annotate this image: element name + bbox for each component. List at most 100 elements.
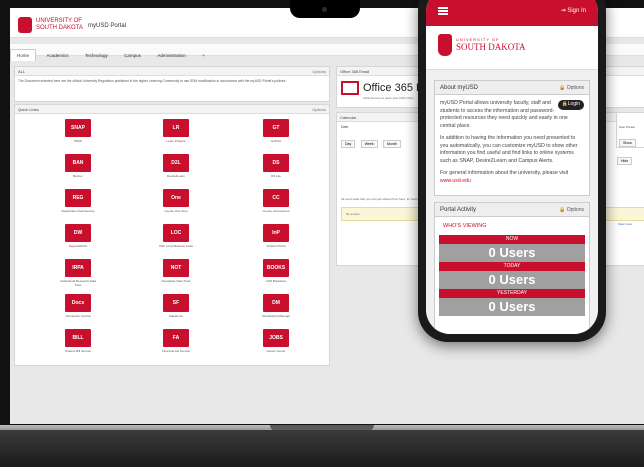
user-preset-panel: User Preset Show Hide — [616, 112, 644, 165]
quick-link-caption: Salesforce — [168, 314, 184, 318]
quick-link-tile[interactable]: JOBS — [263, 329, 289, 347]
logo-line1: UNIVERSITY OF — [36, 18, 82, 24]
notice-title: ALL — [18, 69, 26, 74]
calendar-week-button[interactable]: Week — [360, 140, 378, 148]
quick-link-caption: GoPrint — [270, 139, 282, 143]
quick-link-caption: DS Lite — [271, 174, 281, 178]
view-more-link[interactable]: View more — [618, 222, 632, 226]
quick-link-caption: Coyote One Stop — [164, 209, 188, 213]
activity-options-label: Options — [566, 207, 584, 213]
quick-links-heading: Quick Links — [18, 107, 39, 112]
quick-link-tile[interactable]: NOT — [163, 259, 189, 277]
tab-home[interactable]: Home — [10, 49, 37, 61]
quick-link-tile[interactable]: BAN — [65, 154, 91, 172]
about-card: About myUSD 🔒 Options 🔒Login myUSD Portal… — [434, 80, 590, 196]
calendar-day-button[interactable]: Day — [341, 140, 356, 148]
whos-viewing-label: WHO'S VIEWING — [443, 223, 487, 229]
calendar-month-button[interactable]: Month — [383, 140, 401, 148]
quick-link-tile[interactable]: LR — [163, 119, 189, 137]
usd-website-link[interactable]: www.usd.edu — [440, 178, 471, 184]
quick-link-caption: Banner — [73, 174, 83, 178]
quick-link-tile[interactable]: DS — [263, 154, 289, 172]
user-preset-show-button[interactable]: Show — [619, 139, 636, 147]
stat-label: NOW — [439, 235, 585, 244]
tab-campus[interactable]: Campus — [118, 50, 147, 61]
usd-logo-icon — [18, 17, 32, 33]
about-options-button[interactable]: 🔒 Options — [559, 85, 584, 91]
camera-icon — [322, 7, 327, 12]
about-paragraph-2: In addition to having the information yo… — [440, 135, 578, 164]
tab-administration[interactable]: Administration — [151, 50, 192, 61]
stat-label: YESTERDAY — [439, 289, 585, 298]
about-paragraph-1: myUSD Portal allows university faculty, … — [440, 100, 568, 129]
lock-icon: 🔒 — [559, 207, 567, 213]
user-preset-title: User Preset — [619, 125, 635, 129]
activity-card-header: Portal Activity 🔒 Options — [435, 203, 589, 217]
stat-label: TODAY — [439, 262, 585, 271]
quick-link-tile[interactable]: D2L — [163, 154, 189, 172]
sign-in-link[interactable]: ⇥ Sign In — [561, 7, 586, 14]
stat-today: TODAY 0 Users — [435, 262, 589, 289]
quick-link-caption: USF Loop Distance Code — [158, 244, 194, 248]
stat-yesterday: YESTERDAY 0 Users — [435, 289, 589, 316]
logo-line2: SOUTH DAKOTA — [36, 25, 83, 31]
tab-technology[interactable]: Technology — [79, 50, 114, 61]
quick-link-tile[interactable]: InP — [263, 224, 289, 242]
quick-link-caption: Perception Central — [65, 314, 91, 318]
stat-value: 0 Users — [439, 271, 585, 289]
quick-link-caption: Institutional Research Data Tools — [59, 279, 97, 287]
about-options-label: Options — [566, 85, 584, 91]
quick-link-caption: SNAP — [73, 139, 83, 143]
quick-link-tile[interactable]: FA — [163, 329, 189, 347]
office365-subtext: Click the icon to open your USD inbox — [363, 96, 414, 100]
quick-link-tile[interactable]: DM — [263, 294, 289, 312]
quick-link-tile[interactable]: IRPA — [65, 259, 91, 277]
phone-screen: ⇥ Sign In UNIVERSITY OF SOUTH DAKOTA Abo… — [426, 0, 598, 334]
quick-link-tile[interactable]: CC — [263, 189, 289, 207]
quick-link-tile[interactable]: One — [163, 189, 189, 207]
quick-link-caption: DegreeWorks — [68, 244, 88, 248]
stat-value: 0 Users — [439, 244, 585, 262]
quick-link-caption: Scholarship Manager — [261, 314, 291, 318]
phone-device: ⇥ Sign In UNIVERSITY OF SOUTH DAKOTA Abo… — [418, 0, 606, 342]
notice-options-button[interactable]: Options — [312, 69, 326, 74]
laptop-base — [0, 430, 644, 467]
activity-card-title: Portal Activity — [440, 207, 477, 213]
notice-panel-title: ALL Options — [15, 67, 329, 76]
marketing-scene: UNIVERSITY OF SOUTH DAKOTA myUSD Portal … — [0, 0, 644, 467]
quick-link-tile[interactable]: LOC — [163, 224, 189, 242]
usd-logo-icon — [438, 34, 452, 56]
quick-link-caption: Student Bill Service — [64, 349, 91, 353]
login-button[interactable]: 🔒Login — [557, 100, 584, 110]
activity-options-button[interactable]: 🔒 Options — [559, 207, 584, 213]
laptop-notch — [290, 0, 360, 18]
login-label: Login — [567, 101, 580, 107]
phone-logo-big: SOUTH DAKOTA — [456, 42, 526, 52]
quick-link-tile[interactable]: BOOKS — [263, 259, 289, 277]
quick-links-options-button[interactable]: Options — [312, 107, 326, 112]
quick-link-tile[interactable]: DW — [65, 224, 91, 242]
quick-link-tile[interactable]: SNAP — [65, 119, 91, 137]
quick-link-caption: Newsletter Data Tools — [161, 279, 191, 283]
about-paragraph-3: For general information about the univer… — [440, 170, 569, 176]
quick-link-caption: Registration Self-Service — [61, 209, 95, 213]
logo-text: UNIVERSITY OF SOUTH DAKOTA — [36, 18, 83, 32]
quick-link-tile[interactable]: GT — [263, 119, 289, 137]
quick-link-tile[interactable]: SF — [163, 294, 189, 312]
stat-value: 0 Users — [439, 298, 585, 316]
notice-text: The Document selected here are the offic… — [18, 79, 287, 83]
add-tab-icon[interactable]: + — [196, 50, 211, 61]
quick-link-caption: Coyote Connections — [262, 209, 290, 213]
hamburger-menu-icon[interactable] — [438, 7, 448, 15]
user-preset-hide-button[interactable]: Hide — [617, 157, 633, 165]
quick-link-tile[interactable]: REG — [65, 189, 91, 207]
quick-link-tile[interactable]: BILL — [65, 329, 91, 347]
phone-topbar: ⇥ Sign In — [426, 0, 598, 26]
quick-link-caption: Career Center — [266, 349, 286, 353]
quick-link-caption: Desire2Learn — [166, 174, 185, 178]
quick-link-tile[interactable]: Docs — [65, 294, 91, 312]
about-card-title: About myUSD — [440, 85, 479, 91]
mail-icon[interactable] — [341, 81, 359, 95]
tab-academics[interactable]: Academics — [40, 50, 74, 61]
about-card-header: About myUSD 🔒 Options — [435, 81, 589, 95]
